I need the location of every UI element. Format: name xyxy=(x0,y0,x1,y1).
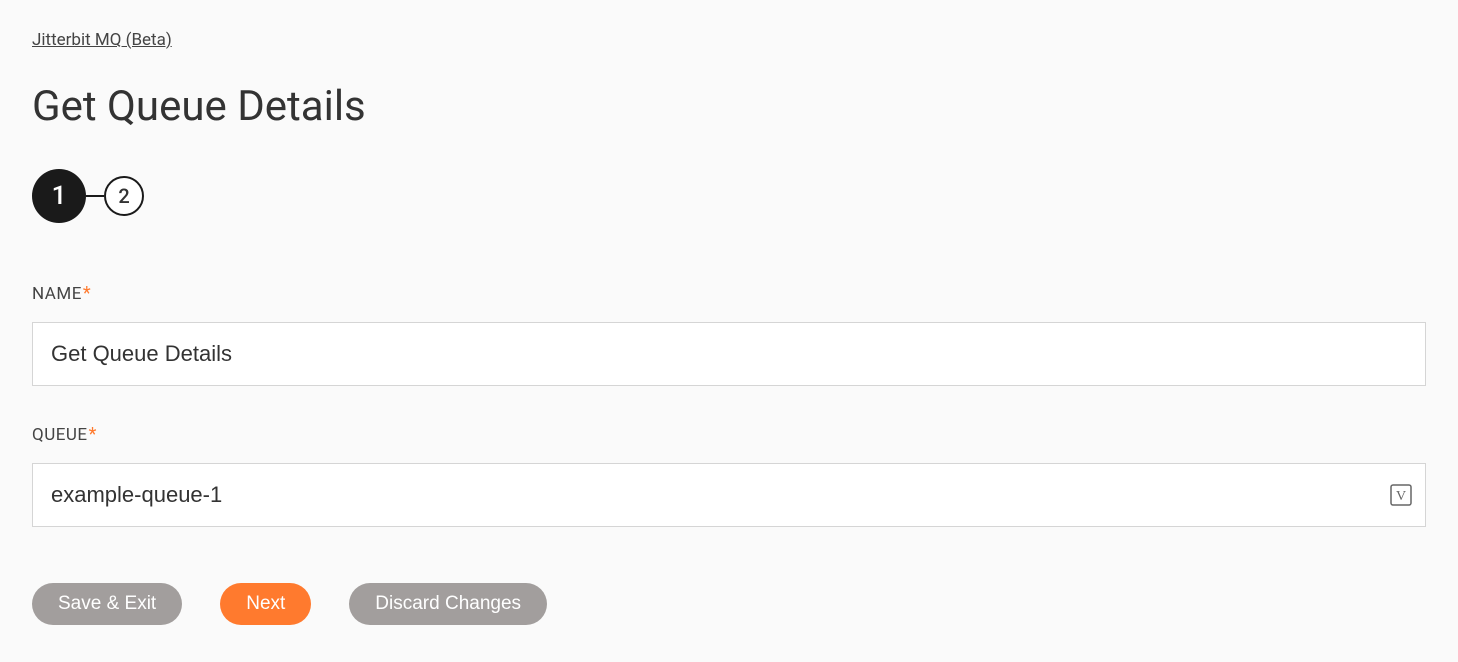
form-group-name: NAME* xyxy=(32,283,1426,386)
required-asterisk: * xyxy=(83,283,91,304)
step-1[interactable]: 1 xyxy=(32,169,86,223)
page-title: Get Queue Details xyxy=(32,82,1426,131)
name-label: NAME* xyxy=(32,283,1426,304)
queue-label-text: QUEUE xyxy=(32,425,88,445)
required-asterisk: * xyxy=(89,424,97,445)
next-button[interactable]: Next xyxy=(220,583,311,625)
button-row: Save & Exit Next Discard Changes xyxy=(32,583,1426,625)
stepper: 1 2 xyxy=(32,169,1426,223)
name-input[interactable] xyxy=(32,322,1426,386)
step-connector xyxy=(86,195,104,197)
queue-input[interactable] xyxy=(32,463,1426,527)
discard-changes-button[interactable]: Discard Changes xyxy=(349,583,547,625)
form-group-queue: QUEUE* V xyxy=(32,424,1426,527)
breadcrumb-link[interactable]: Jitterbit MQ (Beta) xyxy=(32,30,172,50)
save-exit-button[interactable]: Save & Exit xyxy=(32,583,182,625)
step-2[interactable]: 2 xyxy=(104,176,144,216)
name-label-text: NAME xyxy=(32,284,82,304)
queue-label: QUEUE* xyxy=(32,424,1426,445)
